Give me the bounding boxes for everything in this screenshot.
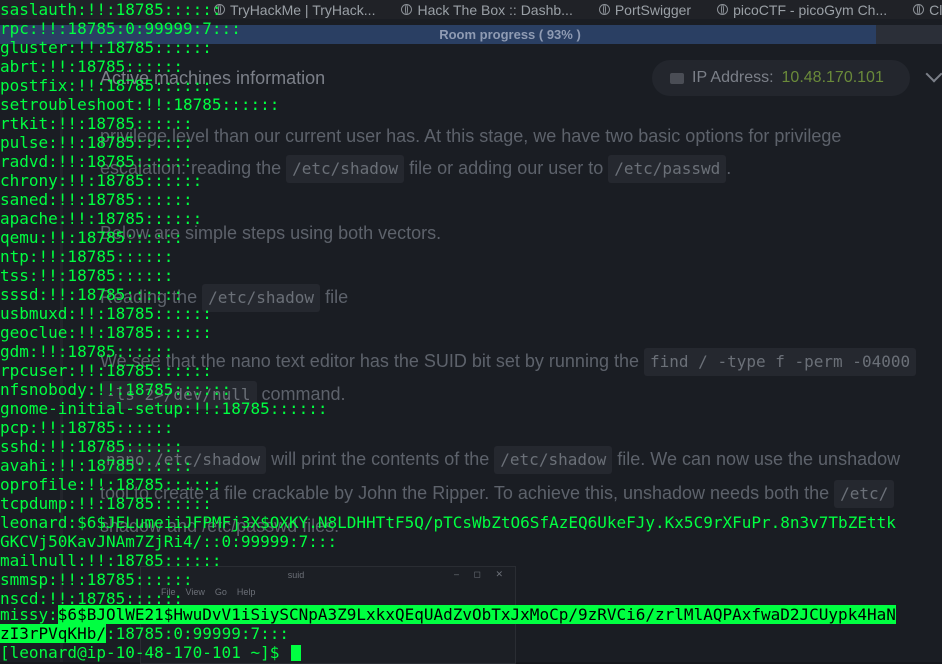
terminal-line: rpc:!!:18785:0:99999:7::: [0,19,241,38]
terminal-cursor [290,645,301,661]
terminal-line-missy: missy:$6$BJOlWE21$HwuDvV1iSiySCNpA3Z9Lxk… [0,605,896,624]
terminal-line: gnome-initial-setup:!!:18785:::::: [0,399,328,418]
selected-hash[interactable]: zI3rPVqKHb/ [0,624,106,643]
terminal-line: pcp:!!:18785:::::: [0,418,174,437]
terminal-line: GKCVj50KavJNAm7ZjRi4/::0:99999:7::: [0,532,338,551]
terminal-line: gdm:!!:18785:::::: [0,342,174,361]
terminal-line: postfix:!!:18785:::::: [0,76,212,95]
terminal-line: abrt:!!:18785:::::: [0,57,184,76]
terminal-line: geoclue:!!:18785:::::: [0,323,212,342]
terminal-line: smmsp:!!:18785:::::: [0,570,193,589]
terminal-line: sshd:!!:18785:::::: [0,437,184,456]
terminal-line: tcpdump:!!:18785:::::: [0,494,212,513]
terminal-line: mailnull:!!:18785:::::: [0,551,222,570]
terminal-line: rpcuser:!!:18785:::::: [0,361,212,380]
terminal-line: oprofile:!!:18785:::::: [0,475,222,494]
terminal-line: ntp:!!:18785:::::: [0,247,174,266]
terminal-line: tss:!!:18785:::::: [0,266,174,285]
shell-prompt: [leonard@ip-10-48-170-101 ~]$ [0,643,289,662]
terminal-line: sssd:!!:18785:::::: [0,285,184,304]
terminal-output[interactable]: saslauth:!!:18785:::::: rpc:!!:18785:0:99… [0,0,942,662]
terminal-line: setroubleshoot:!!:18785:::::: [0,95,280,114]
terminal-line: usbmuxd:!!:18785:::::: [0,304,212,323]
terminal-prompt-line[interactable]: [leonard@ip-10-48-170-101 ~]$ [0,643,301,662]
terminal-line: saned:!!:18785:::::: [0,190,193,209]
terminal-line: avahi:!!:18785:::::: [0,456,193,475]
terminal-line: qemu:!!:18785:::::: [0,228,184,247]
terminal-line: nfsnobody:!!:18785:::::: [0,380,232,399]
terminal-line: pulse:!!:18785:::::: [0,133,193,152]
terminal-line: saslauth:!!:18785:::::: [0,0,222,19]
terminal-line: leonard:$6$JELumeiiJFPMFj3X$OXKY.N8LDHHT… [0,513,896,532]
terminal-line: radvd:!!:18785:::::: [0,152,193,171]
terminal-line: gluster:!!:18785:::::: [0,38,212,57]
terminal-line-missy-cont: zI3rPVqKHb/:18785:0:99999:7::: [0,624,289,643]
terminal-line: chrony:!!:18785:::::: [0,171,203,190]
selected-hash[interactable]: $6$BJOlWE21$HwuDvV1iSiySCNpA3Z9LxkxQEqUA… [57,605,896,624]
terminal-line: rtkit:!!:18785:::::: [0,114,193,133]
terminal-line: apache:!!:18785:::::: [0,209,203,228]
